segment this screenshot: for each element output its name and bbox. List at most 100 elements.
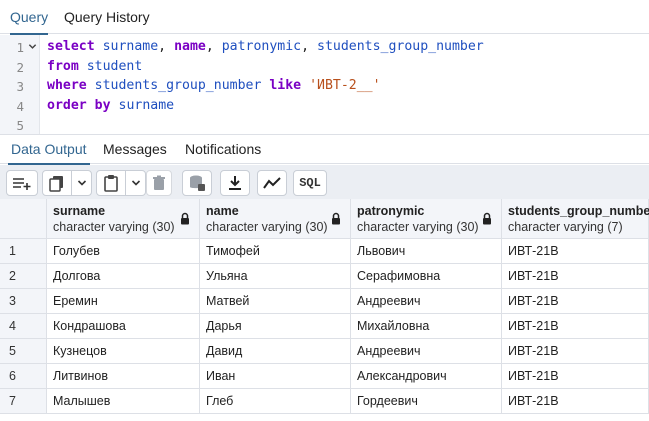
- table-row[interactable]: 2 Долгова Ульяна Серафимовна ИВТ-21В: [0, 264, 649, 289]
- table-cell[interactable]: ИВТ-21В: [502, 364, 649, 389]
- line-number: 5: [16, 118, 24, 133]
- row-number[interactable]: 7: [0, 389, 47, 414]
- sql-editor[interactable]: 1 2 3 4 5 select surname, name, patronym…: [0, 35, 649, 134]
- table-row[interactable]: 1 Голубев Тимофей Львович ИВТ-21В: [0, 239, 649, 264]
- code-line[interactable]: from student: [47, 59, 142, 74]
- code-token: students_group_number: [94, 78, 262, 93]
- lock-icon: [332, 212, 340, 225]
- table-cell[interactable]: Иван: [200, 364, 351, 389]
- table-cell[interactable]: Малышев: [47, 389, 200, 414]
- table-cell[interactable]: ИВТ-21В: [502, 389, 649, 414]
- table-cell[interactable]: Глеб: [200, 389, 351, 414]
- code-line[interactable]: select surname, name, patronymic, studen…: [47, 39, 484, 54]
- add-row-button[interactable]: [6, 170, 38, 196]
- table-cell[interactable]: Литвинов: [47, 364, 200, 389]
- line-number: 2: [16, 60, 24, 75]
- column-header-surname[interactable]: surname character varying (30): [47, 199, 200, 239]
- chevron-down-icon: [131, 180, 140, 186]
- code-token: surname: [102, 39, 159, 54]
- table-row[interactable]: 4 Кондрашова Дарья Михайловна ИВТ-21В: [0, 314, 649, 339]
- code-token: surname: [118, 98, 175, 113]
- column-name: students_group_number: [508, 204, 649, 218]
- code-token: select: [47, 39, 95, 54]
- table-row[interactable]: 3 Еремин Матвей Андреевич ИВТ-21В: [0, 289, 649, 314]
- copy-button[interactable]: [42, 170, 92, 196]
- column-name: surname: [53, 204, 106, 218]
- table-cell[interactable]: Ульяна: [200, 264, 351, 289]
- code-line[interactable]: where students_group_number like 'ИВТ-2_…: [47, 78, 381, 93]
- table-cell[interactable]: ИВТ-21В: [502, 339, 649, 364]
- sql-button[interactable]: SQL: [293, 170, 327, 196]
- column-type: character varying (30): [53, 220, 175, 234]
- code-token: 'ИВТ-2__': [309, 78, 381, 93]
- code-token: order: [47, 98, 87, 113]
- table-cell[interactable]: ИВТ-21В: [502, 314, 649, 339]
- download-button[interactable]: [220, 170, 250, 196]
- data-toolbar: SQL: [0, 165, 649, 199]
- table-cell[interactable]: Дарья: [200, 314, 351, 339]
- table-cell[interactable]: Серафимовна: [351, 264, 502, 289]
- table-cell[interactable]: ИВТ-21В: [502, 239, 649, 264]
- trash-icon: [153, 175, 165, 190]
- table-cell[interactable]: Андреевич: [351, 339, 502, 364]
- column-header-students-group-number[interactable]: students_group_number character varying …: [502, 199, 649, 239]
- code-token: ,: [205, 39, 222, 54]
- save-data-button[interactable]: [182, 170, 212, 196]
- lock-icon: [483, 212, 491, 225]
- tab-messages[interactable]: Messages: [103, 135, 167, 164]
- code-token: name: [174, 39, 206, 54]
- tab-notifications[interactable]: Notifications: [185, 135, 261, 164]
- table-cell[interactable]: Михайловна: [351, 314, 502, 339]
- table-cell[interactable]: Еремин: [47, 289, 200, 314]
- column-type: character varying (30): [357, 220, 479, 234]
- column-name: name: [206, 204, 239, 218]
- table-cell[interactable]: Голубев: [47, 239, 200, 264]
- code-token: by: [94, 98, 111, 113]
- column-type: character varying (30): [206, 220, 328, 234]
- table-cell[interactable]: Долгова: [47, 264, 200, 289]
- row-number-header: [0, 199, 47, 239]
- code-token: from: [47, 59, 79, 74]
- code-line[interactable]: order by surname: [47, 98, 174, 113]
- table-row[interactable]: 7 Малышев Глеб Гордеевич ИВТ-21В: [0, 389, 649, 414]
- table-cell[interactable]: Львович: [351, 239, 502, 264]
- table-cell[interactable]: ИВТ-21В: [502, 289, 649, 314]
- delete-button[interactable]: [146, 170, 172, 196]
- paste-button[interactable]: [96, 170, 146, 196]
- table-cell[interactable]: Кузнецов: [47, 339, 200, 364]
- row-number[interactable]: 6: [0, 364, 47, 389]
- tab-query[interactable]: Query: [10, 0, 49, 35]
- row-number[interactable]: 4: [0, 314, 47, 339]
- table-row[interactable]: 6 Литвинов Иван Александрович ИВТ-21В: [0, 364, 649, 389]
- line-number: 3: [16, 79, 24, 94]
- column-header-name[interactable]: name character varying (30): [200, 199, 351, 239]
- table-cell[interactable]: Гордеевич: [351, 389, 502, 414]
- row-number[interactable]: 1: [0, 239, 47, 264]
- table-cell[interactable]: Матвей: [200, 289, 351, 314]
- row-number[interactable]: 3: [0, 289, 47, 314]
- row-number[interactable]: 5: [0, 339, 47, 364]
- chevron-down-icon: [77, 180, 86, 186]
- table-cell[interactable]: Давид: [200, 339, 351, 364]
- line-number: 4: [16, 99, 24, 114]
- fold-chevron-icon[interactable]: [28, 42, 37, 54]
- table-cell[interactable]: Тимофей: [200, 239, 351, 264]
- table-cell[interactable]: Кондрашова: [47, 314, 200, 339]
- line-number-gutter: 1 2 3 4 5: [0, 35, 40, 134]
- code-token: ,: [158, 39, 175, 54]
- column-header-patronymic[interactable]: patronymic character varying (30): [351, 199, 502, 239]
- table-row[interactable]: 5 Кузнецов Давид Андреевич ИВТ-21В: [0, 339, 649, 364]
- table-cell[interactable]: ИВТ-21В: [502, 264, 649, 289]
- tab-data-output[interactable]: Data Output: [8, 135, 89, 165]
- table-cell[interactable]: Андреевич: [351, 289, 502, 314]
- sql-label: SQL: [299, 176, 321, 190]
- column-type: character varying (7): [508, 220, 623, 234]
- graph-visualiser-button[interactable]: [257, 170, 287, 196]
- table-cell[interactable]: Александрович: [351, 364, 502, 389]
- row-number[interactable]: 2: [0, 264, 47, 289]
- tab-query-history[interactable]: Query History: [64, 0, 150, 34]
